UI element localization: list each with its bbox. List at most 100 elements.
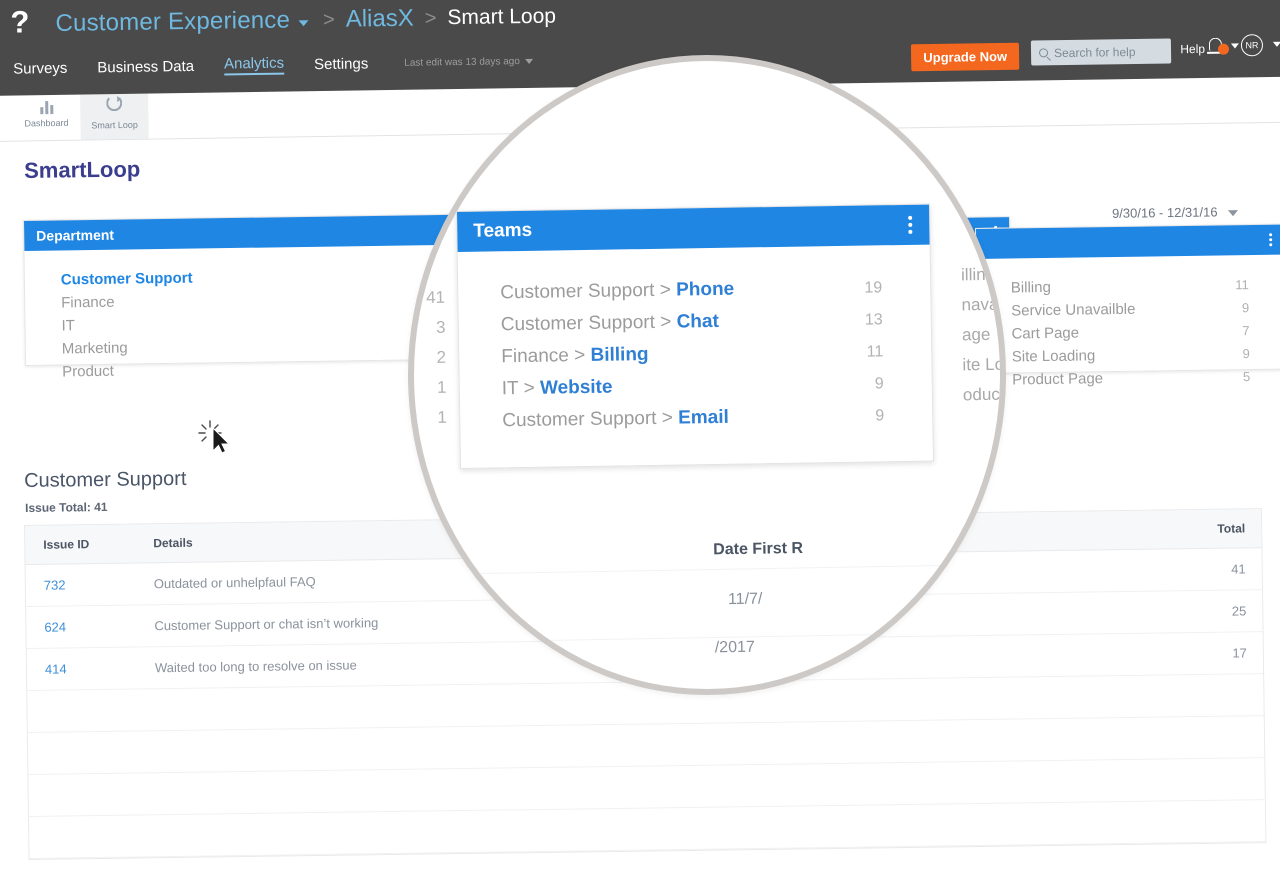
issue-name-fragment: oduct Page (962, 384, 1005, 405)
team-value: 9 (874, 375, 884, 393)
issue-name-fragment: ite Loading (962, 354, 1006, 375)
tab-smart-loop[interactable]: Smart Loop (79, 87, 149, 140)
breadcrumb-current-page: Smart Loop (447, 4, 557, 30)
team-value: 9 (875, 407, 885, 425)
cell-issue-id[interactable]: 732 (25, 562, 137, 607)
detail-section-title: Customer Support (24, 467, 187, 492)
team-link[interactable]: Website (540, 377, 613, 399)
team-path: Finance > Billing (501, 344, 649, 368)
chevron-down-icon[interactable] (1272, 41, 1280, 47)
cell-total: 17 (1136, 631, 1266, 676)
more-options-icon[interactable] (908, 213, 913, 237)
click-animation-icon (198, 420, 231, 454)
issue-name: Cart Page (1011, 324, 1080, 343)
card-issues-header (976, 224, 1280, 259)
issue-name: Product Page (1012, 370, 1104, 389)
list-item: ite Loading 9 (962, 348, 1006, 381)
department-name: Product (62, 362, 114, 381)
team-path: IT > Website (502, 377, 613, 401)
breadcrumb-org[interactable]: Customer Experience (55, 6, 290, 37)
cell-total: 25 (1136, 589, 1265, 634)
help-search-box[interactable] (1030, 38, 1172, 66)
value-fragment: 2 (436, 347, 447, 367)
magnifier-content: 41 3 2 1 1 illing 11 navailble 9 age 7 (414, 61, 1006, 689)
chevron-down-icon[interactable] (298, 20, 309, 27)
team-link[interactable]: Phone (676, 279, 734, 301)
team-path: Customer Support > Chat (501, 311, 719, 336)
issue-value: 5 (1242, 369, 1251, 385)
team-prefix: Customer Support > (500, 311, 677, 336)
card-issues-body: Billing 11 Service Unavailble 9 Cart Pag… (976, 255, 1280, 406)
detail-section-subtitle: Issue Total: 41 (25, 499, 108, 515)
more-options-icon[interactable] (1269, 231, 1273, 248)
issue-name: Service Unavailble (1011, 300, 1136, 320)
team-value: 19 (864, 279, 883, 297)
department-name: Customer Support (60, 269, 193, 289)
card-department-title: Department (36, 226, 115, 244)
value-fragment: 3 (435, 317, 446, 337)
cell-total: 41 (1135, 547, 1264, 592)
value-fragment: 1 (436, 377, 447, 397)
department-name: IT (61, 317, 75, 335)
magnifier-lens: 41 3 2 1 1 illing 11 navailble 9 age 7 (408, 55, 1006, 695)
brand-logo-icon[interactable]: ? (10, 4, 45, 39)
magnified-card-teams-header: Teams (457, 204, 930, 252)
nav-item-analytics[interactable]: Analytics (223, 54, 285, 76)
team-prefix: Customer Support > (500, 279, 677, 304)
magnified-cell-date: /2017 (714, 638, 755, 657)
notification-badge (1217, 43, 1230, 55)
list-item[interactable]: Product Page 5 (1012, 365, 1270, 392)
magnified-card-teams: Teams Customer Support > Phone 19 Custom… (456, 203, 934, 469)
nav-item-surveys[interactable]: Surveys (13, 59, 67, 77)
tab-dashboard[interactable]: Dashboard (12, 89, 81, 141)
page-title: SmartLoop (24, 156, 141, 183)
department-name: Marketing (61, 339, 128, 358)
notifications-button[interactable] (1208, 35, 1240, 59)
team-value: 13 (864, 311, 883, 329)
magnified-column-header-date: Date First R (713, 539, 804, 559)
nav-item-business-data[interactable]: Business Data (97, 57, 194, 75)
issue-value: 9 (1242, 346, 1250, 362)
column-header-total[interactable]: Total (1134, 509, 1264, 550)
team-prefix: Customer Support > (502, 407, 679, 432)
date-range-selector[interactable]: 9/30/16 - 12/31/16 (1112, 204, 1239, 221)
issue-name-fragment: navailble (961, 294, 1006, 315)
chevron-down-icon[interactable] (1230, 43, 1240, 49)
magnified-card-teams-body: Customer Support > Phone 19 Customer Sup… (458, 245, 933, 458)
card-issues: Billing 11 Service Unavailble 9 Cart Pag… (975, 223, 1280, 388)
issue-name: Billing (1010, 278, 1052, 297)
tab-dashboard-label: Dashboard (24, 117, 69, 129)
help-link[interactable]: Help (1180, 42, 1205, 56)
team-link[interactable]: Chat (676, 311, 719, 333)
team-prefix: Finance > (501, 344, 591, 368)
breadcrumb-separator-1: > (322, 8, 335, 31)
app-window: ? Customer Experience > AliasX > Smart L… (0, 0, 1280, 882)
tab-smart-loop-label: Smart Loop (91, 119, 138, 131)
loop-icon (106, 95, 123, 112)
magnified-cell-date: 11/7/ (727, 590, 763, 609)
magnified-department-values: 41 3 2 1 1 (414, 283, 448, 434)
magnified-issues-fragment: illing 11 navailble 9 age 7 ite Loading … (961, 258, 1006, 411)
search-input[interactable] (1053, 44, 1165, 60)
list-item[interactable]: Customer Support > Email 9 (502, 399, 906, 437)
breadcrumb-alias[interactable]: AliasX (346, 5, 414, 34)
department-name: Finance (61, 293, 115, 312)
list-item: navailble 9 (961, 288, 1006, 321)
avatar[interactable]: NR (1240, 34, 1264, 57)
team-link[interactable]: Email (678, 407, 729, 429)
value-fragment: 1 (437, 407, 448, 427)
issue-name-fragment: age (961, 324, 991, 345)
breadcrumb-separator-2: > (424, 6, 437, 29)
list-item: illing 11 (961, 258, 1000, 291)
issue-name: Site Loading (1011, 347, 1096, 366)
team-link[interactable]: Billing (590, 344, 648, 366)
team-path: Customer Support > Email (502, 407, 729, 433)
chevron-down-icon (1227, 210, 1239, 217)
issue-value: 9 (1241, 300, 1250, 316)
cell-issue-id[interactable]: 624 (26, 604, 137, 649)
column-header-issue-id[interactable]: Issue ID (25, 524, 136, 565)
team-path: Customer Support > Phone (500, 279, 734, 305)
cell-issue-id[interactable]: 414 (26, 646, 138, 691)
nav-item-settings[interactable]: Settings (314, 55, 368, 73)
breadcrumb: Customer Experience > AliasX > Smart Loo… (55, 0, 556, 41)
